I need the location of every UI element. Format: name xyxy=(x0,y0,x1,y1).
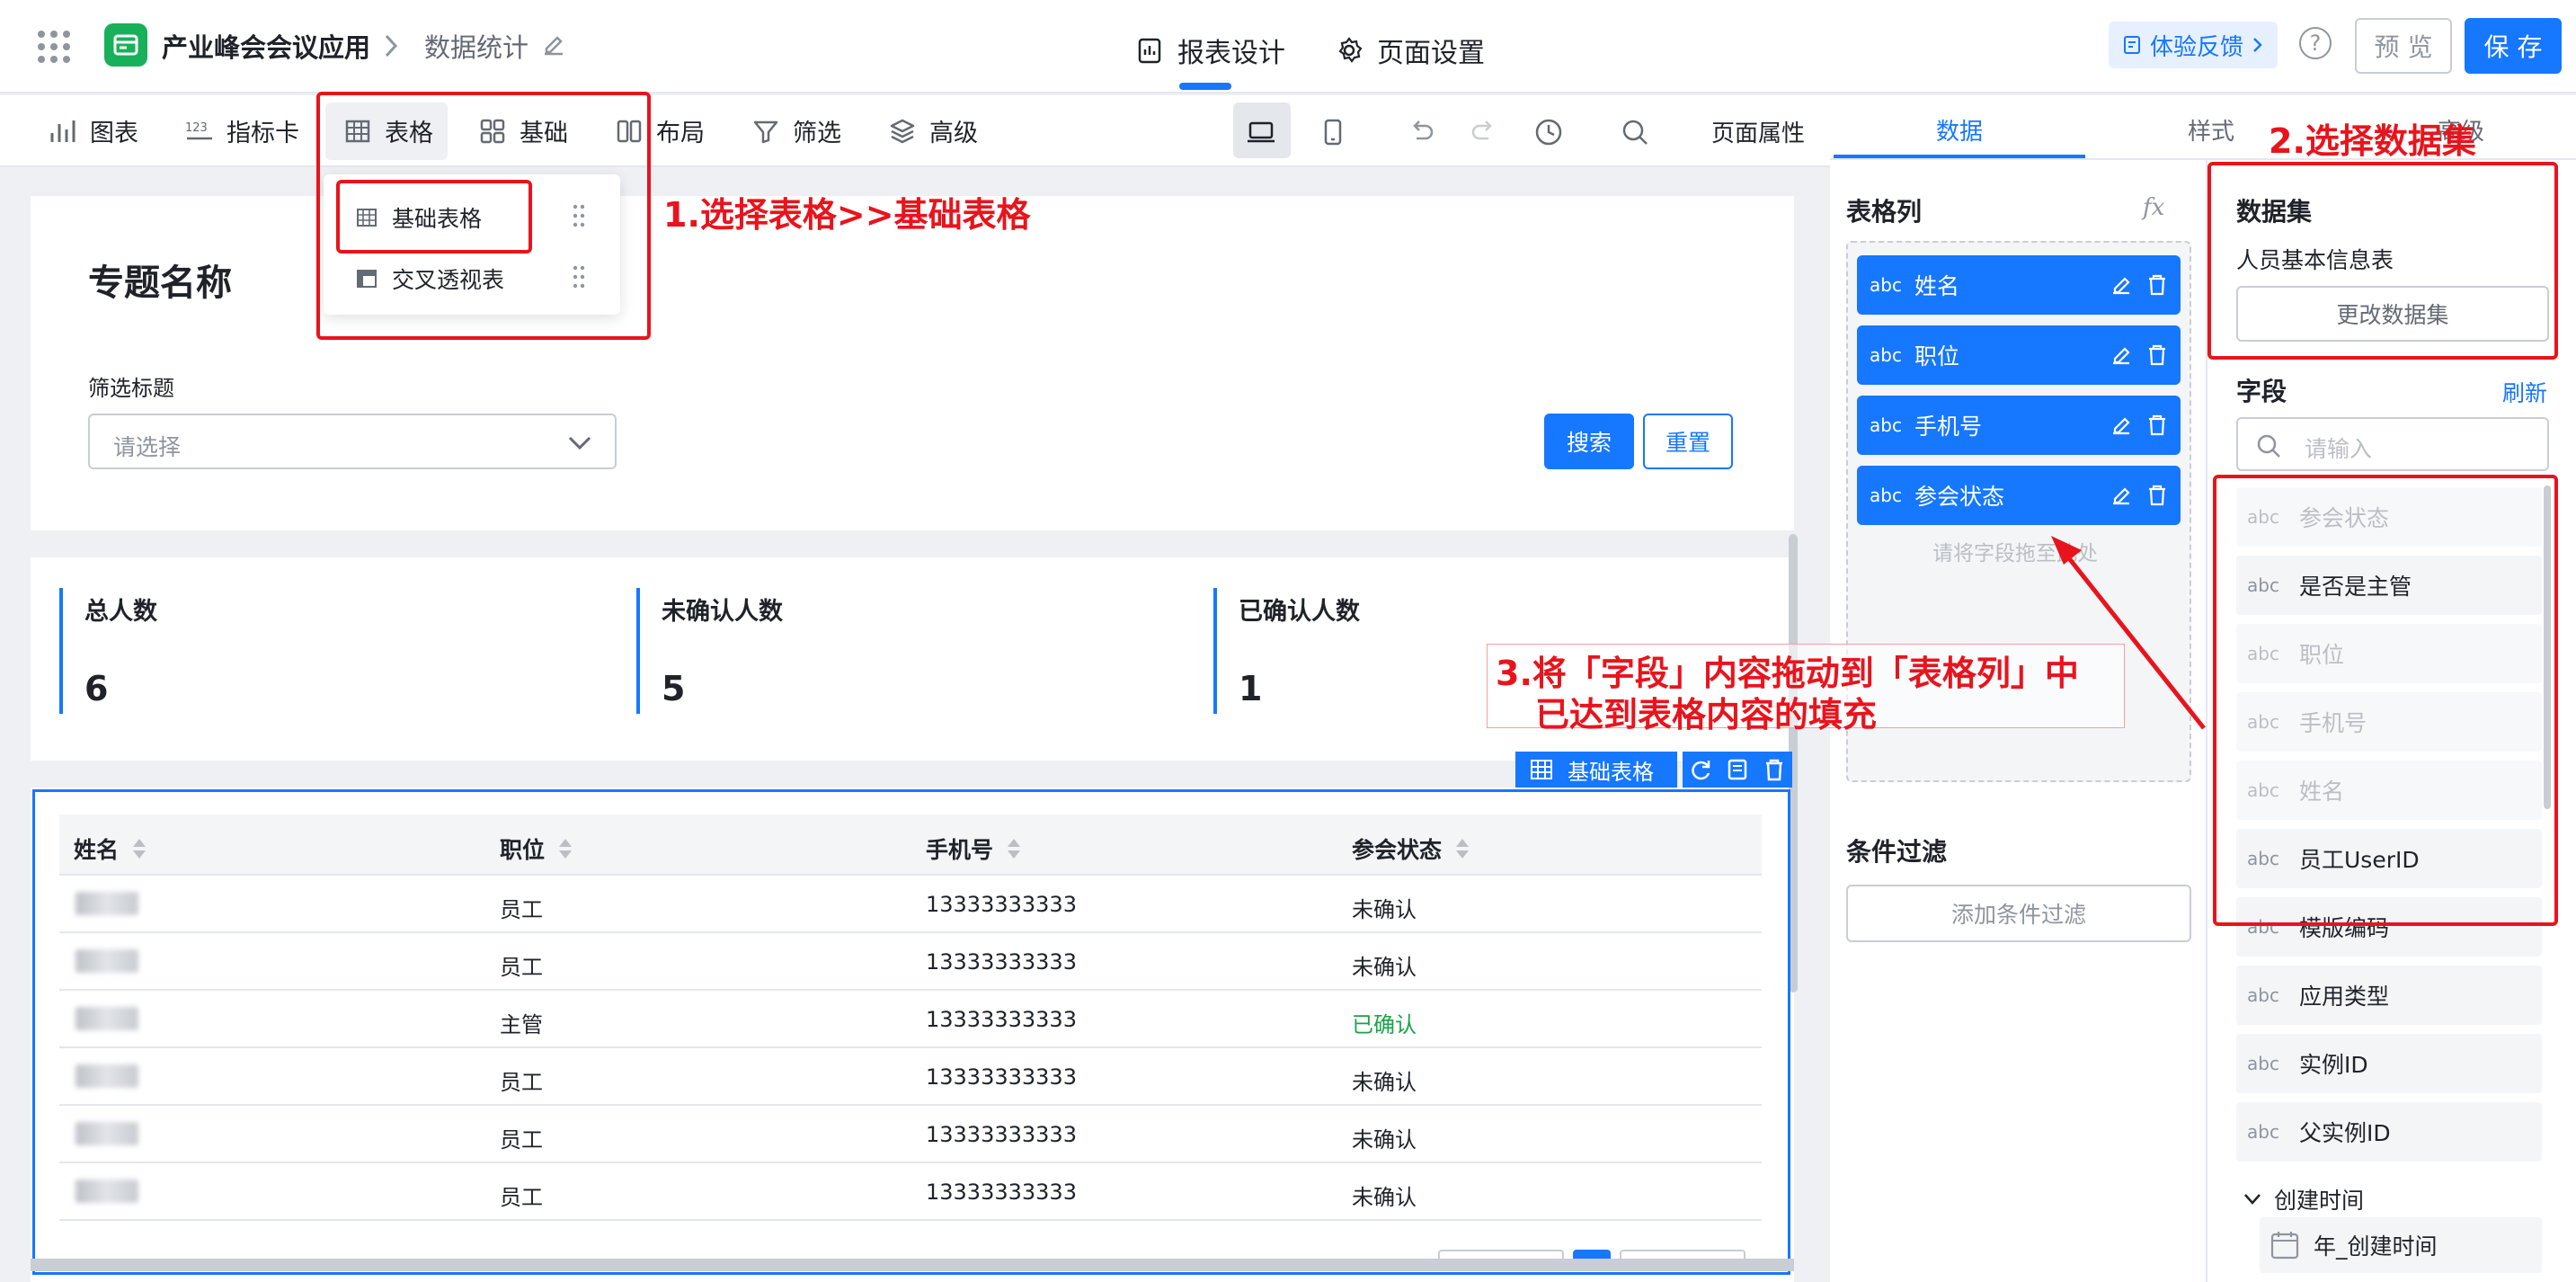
annotation-arrow xyxy=(2051,536,2206,730)
